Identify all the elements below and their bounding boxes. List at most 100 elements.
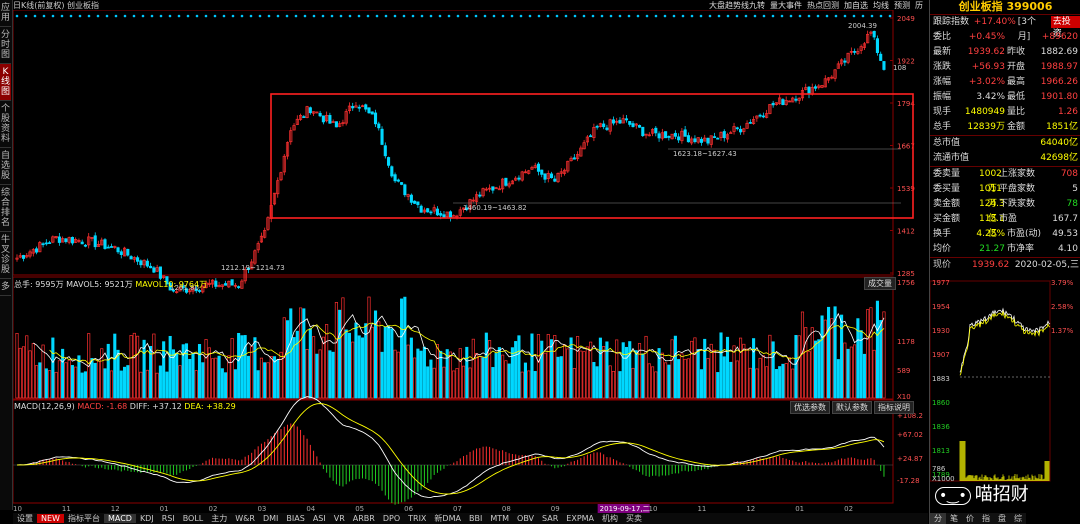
tab-19[interactable]: OBV (513, 514, 538, 523)
sidebar-item-1[interactable]: 分时图 (0, 27, 11, 64)
volume-bar (64, 362, 68, 399)
tab-4[interactable]: KDJ (136, 514, 158, 523)
tab-21[interactable]: EXPMA (562, 514, 598, 523)
tab-2[interactable]: 指标平台 (64, 513, 104, 524)
tab-7[interactable]: 主力 (207, 513, 231, 524)
dea-value: +38.29 (206, 402, 236, 411)
signal-dot (654, 14, 658, 18)
tab-15[interactable]: TRIX (404, 514, 430, 523)
sidebar-item-0[interactable]: 应用 (0, 0, 11, 27)
volume-bar (784, 363, 788, 399)
tool-2[interactable]: 热点回测 (807, 1, 839, 10)
tab-0[interactable]: 设置 (13, 513, 37, 524)
tool-3[interactable]: 加自选 (844, 1, 868, 10)
volume-bar (732, 345, 736, 399)
tool-6[interactable]: 历 (915, 1, 923, 10)
tab-12[interactable]: VR (330, 514, 349, 523)
volume-bar (875, 300, 879, 399)
tab-6[interactable]: BOLL (179, 514, 208, 523)
row-value: 124.3亿 (979, 199, 1005, 224)
row-label2: 最低 (1007, 92, 1026, 102)
row-value: +56.93 (971, 62, 1005, 72)
tool-5[interactable]: 预测 (894, 1, 910, 10)
volume-bar (696, 349, 700, 399)
candlestick-chart[interactable]: 20491922179416671539141212851460.19~1463… (13, 10, 928, 513)
volume-bar (197, 344, 202, 399)
candle-body (136, 257, 140, 262)
tool-0[interactable]: 大盘趋势线九转 (709, 1, 765, 10)
invest-button[interactable]: 去投资 (1050, 16, 1080, 39)
candle-body (716, 137, 720, 140)
tab-11[interactable]: ASI (309, 514, 330, 523)
tab-16[interactable]: 新DMA (430, 513, 465, 524)
tab-18[interactable]: MTM (486, 514, 513, 523)
dea-label: DEA: (184, 402, 204, 411)
candle-body (677, 136, 681, 141)
mini-tab-1[interactable]: 笔 (946, 513, 962, 524)
sidebar-item-2[interactable]: K线图 (0, 64, 11, 101)
row-value2: +89620 (1041, 32, 1078, 42)
tab-10[interactable]: BIAS (282, 514, 308, 523)
intraday-chart[interactable]: 1977195419301907188318601836181317893.79… (930, 273, 1080, 488)
row-value2: 5 (1072, 184, 1078, 194)
candle-body (491, 186, 495, 191)
macd-btn-2[interactable]: 指标说明 (874, 401, 914, 414)
tab-23[interactable]: 买卖 (622, 513, 646, 524)
row-label2: 市净率 (1007, 244, 1035, 254)
annotation-c: 1623.18~1627.43 (673, 150, 737, 158)
x-tick: 02 (209, 505, 218, 513)
sidebar-item-4[interactable]: 自选股 (0, 148, 11, 185)
volume-bar (338, 309, 342, 399)
quote-row: 振幅 3.42% 最低 1901.80 (930, 90, 1080, 105)
volume-bar (611, 370, 615, 399)
signal-dot (555, 14, 559, 18)
signal-dot (771, 14, 775, 18)
candle-body (224, 283, 228, 286)
tab-5[interactable]: RSI (158, 514, 179, 523)
mini-tab-4[interactable]: 盘 (994, 513, 1010, 524)
tab-1[interactable]: NEW (37, 514, 64, 523)
mini-tab-0[interactable]: 分 (930, 513, 946, 524)
track-period[interactable]: [3个月] (1018, 15, 1048, 42)
volume-bar (439, 350, 443, 399)
tab-17[interactable]: BBI (465, 514, 486, 523)
tab-8[interactable]: W&R (231, 514, 259, 523)
row-value: 1939.62 (967, 47, 1005, 57)
candle-body (93, 235, 97, 248)
tool-4[interactable]: 均线 (873, 1, 889, 10)
sidebar-item-3[interactable]: 个股资料 (0, 101, 11, 148)
sidebar-item-7[interactable]: 多 (0, 279, 11, 296)
quote-row: 总手 12839万 金额 1851亿 (930, 120, 1080, 135)
macd-btn-1[interactable]: 默认参数 (832, 401, 872, 414)
tab-13[interactable]: ARBR (349, 514, 379, 523)
mini-tab-5[interactable]: 综 (1010, 513, 1026, 524)
tab-3[interactable]: MACD (103, 514, 136, 523)
volume-bar (530, 333, 534, 399)
tab-9[interactable]: DMI (259, 514, 282, 523)
chart-area[interactable]: 2049 1922 1794 1667 1539 1412 1285 1460.19~1463… (13, 10, 928, 513)
candle-body (435, 208, 439, 216)
candle-body (699, 138, 703, 143)
volume-button[interactable]: 成交量 (864, 277, 896, 290)
macd-btn-0[interactable]: 优选参数 (790, 401, 830, 414)
candle-body (448, 211, 453, 219)
volume-bar (224, 372, 228, 399)
volume-bar (263, 362, 267, 399)
signal-dot (78, 14, 82, 18)
tab-14[interactable]: DPO (379, 514, 404, 523)
candle-body (589, 135, 593, 138)
tab-22[interactable]: 机构 (598, 513, 622, 524)
quote-row: 涨跌 +56.93 开盘 1988.97 (930, 60, 1080, 75)
volume-bar (331, 351, 335, 399)
tab-20[interactable]: SAR (538, 514, 562, 523)
tool-1[interactable]: 量大事件 (770, 1, 802, 10)
volume-bar (585, 346, 589, 399)
volume-bar (787, 357, 791, 399)
mini-tick-left: 1977 (932, 279, 950, 287)
mini-tab-2[interactable]: 价 (962, 513, 978, 524)
candle-body (572, 157, 576, 160)
row-value: 1480949 (964, 107, 1005, 117)
sidebar-item-6[interactable]: 牛叉诊股 (0, 232, 11, 279)
mini-tab-3[interactable]: 指 (978, 513, 994, 524)
sidebar-item-5[interactable]: 综合排名 (0, 185, 11, 232)
